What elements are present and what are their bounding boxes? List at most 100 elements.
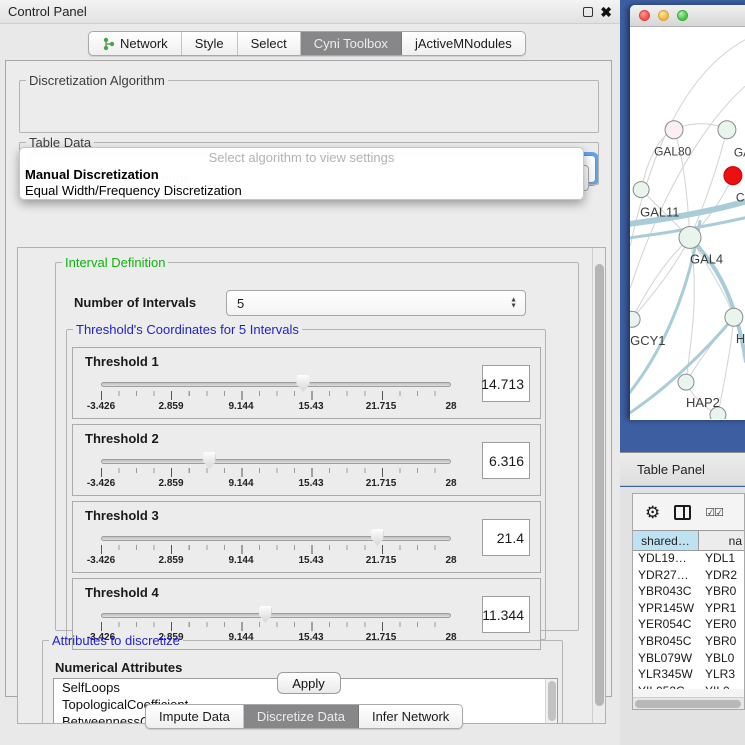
group-title: Interval Definition xyxy=(62,255,168,270)
tab-style[interactable]: Style xyxy=(182,32,238,55)
threshold-label: Threshold 2 xyxy=(85,431,159,446)
node-top-right xyxy=(718,121,736,139)
dropdown-prompt: Select algorithm to view settings xyxy=(20,150,583,167)
slider-track[interactable] xyxy=(101,459,451,464)
table-header: shared… na xyxy=(633,530,744,551)
group-title: Discretization Algorithm xyxy=(26,73,168,88)
tab-select[interactable]: Select xyxy=(238,32,301,55)
threshold-value-field[interactable]: 14.713 xyxy=(482,365,530,402)
node-h xyxy=(725,308,743,326)
apply-button[interactable]: Apply xyxy=(277,672,341,694)
columns-icon[interactable] xyxy=(674,505,691,520)
network-icon xyxy=(102,37,115,51)
interval-definition-group: Interval Definition Number of Intervals … xyxy=(55,255,579,631)
dropdown-item-equal-width[interactable]: Equal Width/Frequency Discretization xyxy=(20,183,583,199)
table-panel: ⚙ ☑☑ shared… na YDL19…YDL1 YDR27…YDR2 YB… xyxy=(620,487,745,745)
dropdown-item-manual-discretization[interactable]: Manual Discretization xyxy=(20,167,583,183)
table-row[interactable]: YBL079WYBL0 xyxy=(633,651,744,668)
threshold-value-field[interactable]: 11.344 xyxy=(482,596,530,633)
node-label: GA xyxy=(734,146,745,160)
node-label: H xyxy=(736,331,745,346)
tab-discretize-data[interactable]: Discretize Data xyxy=(244,705,359,728)
threshold-row: Threshold 3 -3.426 2.859 9.144 15.43 21.… xyxy=(72,501,541,573)
settings-scrollbar[interactable] xyxy=(592,248,605,723)
tab-label: jActiveMNodules xyxy=(415,36,512,51)
threshold-value-field[interactable]: 6.316 xyxy=(482,442,530,479)
close-icon[interactable]: ✖ xyxy=(600,7,612,17)
tab-network[interactable]: Network xyxy=(89,32,182,55)
bottom-tab-bar: Impute Data Discretize Data Infer Networ… xyxy=(145,704,463,729)
tab-label: Select xyxy=(251,36,287,51)
group-title: Attributes to discretize xyxy=(49,633,183,648)
node-highlighted-red xyxy=(724,167,742,185)
node-hap2 xyxy=(678,374,694,390)
slider-track[interactable] xyxy=(101,382,451,387)
tab-label: Impute Data xyxy=(159,709,230,724)
tab-label: Network xyxy=(120,36,168,51)
select-columns-checkboxes-icon[interactable]: ☑☑ xyxy=(705,506,723,519)
slider-thumb[interactable] xyxy=(203,452,216,469)
node-gal4 xyxy=(679,226,701,248)
table-row[interactable]: YDL19…YDL1 xyxy=(633,551,744,568)
tab-cyni-toolbox[interactable]: Cyni Toolbox xyxy=(301,32,402,55)
table-row[interactable]: YBR045CYBR0 xyxy=(633,634,744,651)
table-row[interactable]: YIL052CYIL0 xyxy=(633,684,744,689)
node-label: HAP2 xyxy=(686,395,720,410)
tab-label: Cyni Toolbox xyxy=(314,36,388,51)
group-title: Threshold's Coordinates for 5 Intervals xyxy=(73,322,302,337)
slider-thumb[interactable] xyxy=(297,375,310,392)
node-label: GAL11 xyxy=(640,205,679,220)
mac-minimize-icon[interactable] xyxy=(658,10,669,21)
column-header-name[interactable]: na xyxy=(699,531,744,550)
cyni-toolbox-panel: Discretization Algorithm Table Data galF… xyxy=(5,60,612,697)
table-row[interactable]: YLR345WYLR3 xyxy=(633,667,744,684)
thresholds-group: Threshold's Coordinates for 5 Intervals … xyxy=(66,322,546,640)
threshold-slider[interactable]: -3.426 2.859 9.144 15.43 21.715 28 xyxy=(101,532,451,568)
tab-label: Infer Network xyxy=(372,709,449,724)
table-row[interactable]: YER054CYER0 xyxy=(633,617,744,634)
network-window-titlebar xyxy=(630,5,745,27)
tab-impute-data[interactable]: Impute Data xyxy=(146,705,244,728)
gear-icon[interactable]: ⚙ xyxy=(645,504,660,521)
tab-label: Style xyxy=(195,36,224,51)
table-row[interactable]: YPR145WYPR1 xyxy=(633,601,744,618)
table-row[interactable]: YDR27…YDR2 xyxy=(633,568,744,585)
threshold-label: Threshold 4 xyxy=(85,585,159,600)
tab-jactivemnodules[interactable]: jActiveMNodules xyxy=(402,32,525,55)
numerical-attributes-label: Numerical Attributes xyxy=(55,660,182,675)
node-label: GAL4 xyxy=(690,251,723,266)
list-scrollbar[interactable] xyxy=(545,679,557,724)
column-header-shared[interactable]: shared… xyxy=(633,531,699,550)
slider-thumb[interactable] xyxy=(371,529,384,546)
table-horizontal-scrollbar[interactable] xyxy=(633,697,744,709)
threshold-slider[interactable]: -3.426 2.859 9.144 15.43 21.715 28 xyxy=(101,455,451,491)
slider-ticks xyxy=(101,468,451,477)
table-panel-title: Table Panel xyxy=(637,462,705,477)
slider-ticks xyxy=(101,391,451,400)
spinner-arrows-icon: ▲▼ xyxy=(510,298,517,309)
panel-title: Control Panel xyxy=(8,4,87,19)
node-label: GCY1 xyxy=(630,333,665,348)
discretization-algorithm-group: Discretization Algorithm xyxy=(19,73,599,133)
slider-thumb[interactable] xyxy=(259,606,272,623)
threshold-row: Threshold 2 -3.426 2.859 9.144 15.43 21.… xyxy=(72,424,541,496)
tab-infer-network[interactable]: Infer Network xyxy=(359,705,462,728)
table-row[interactable]: YBR043CYBR0 xyxy=(633,584,744,601)
network-graph-canvas[interactable]: GAL80 GA C GAL11 GAL4 GCY1 H HAP2 xyxy=(630,27,745,419)
float-window-icon[interactable] xyxy=(583,7,593,17)
slider-tick-labels: -3.426 2.859 9.144 15.43 21.715 28 xyxy=(101,401,451,413)
control-panel: Control Panel ✖ Network Style Select Cyn… xyxy=(0,0,620,745)
mac-zoom-icon[interactable] xyxy=(677,10,688,21)
number-of-intervals-label: Number of Intervals xyxy=(74,295,196,310)
slider-ticks xyxy=(101,545,451,554)
table-panel-titlebar: Table Panel xyxy=(620,452,745,486)
slider-track[interactable] xyxy=(101,536,451,541)
slider-track[interactable] xyxy=(101,613,451,618)
control-panel-titlebar: Control Panel ✖ xyxy=(0,0,620,24)
threshold-slider[interactable]: -3.426 2.859 9.144 15.43 21.715 28 xyxy=(101,378,451,414)
node-gal11 xyxy=(633,182,649,198)
node-label: C xyxy=(736,191,745,205)
number-of-intervals-combobox[interactable]: 5 ▲▼ xyxy=(226,290,526,316)
threshold-value-field[interactable]: 21.4 xyxy=(482,519,530,556)
mac-close-icon[interactable] xyxy=(639,10,650,21)
